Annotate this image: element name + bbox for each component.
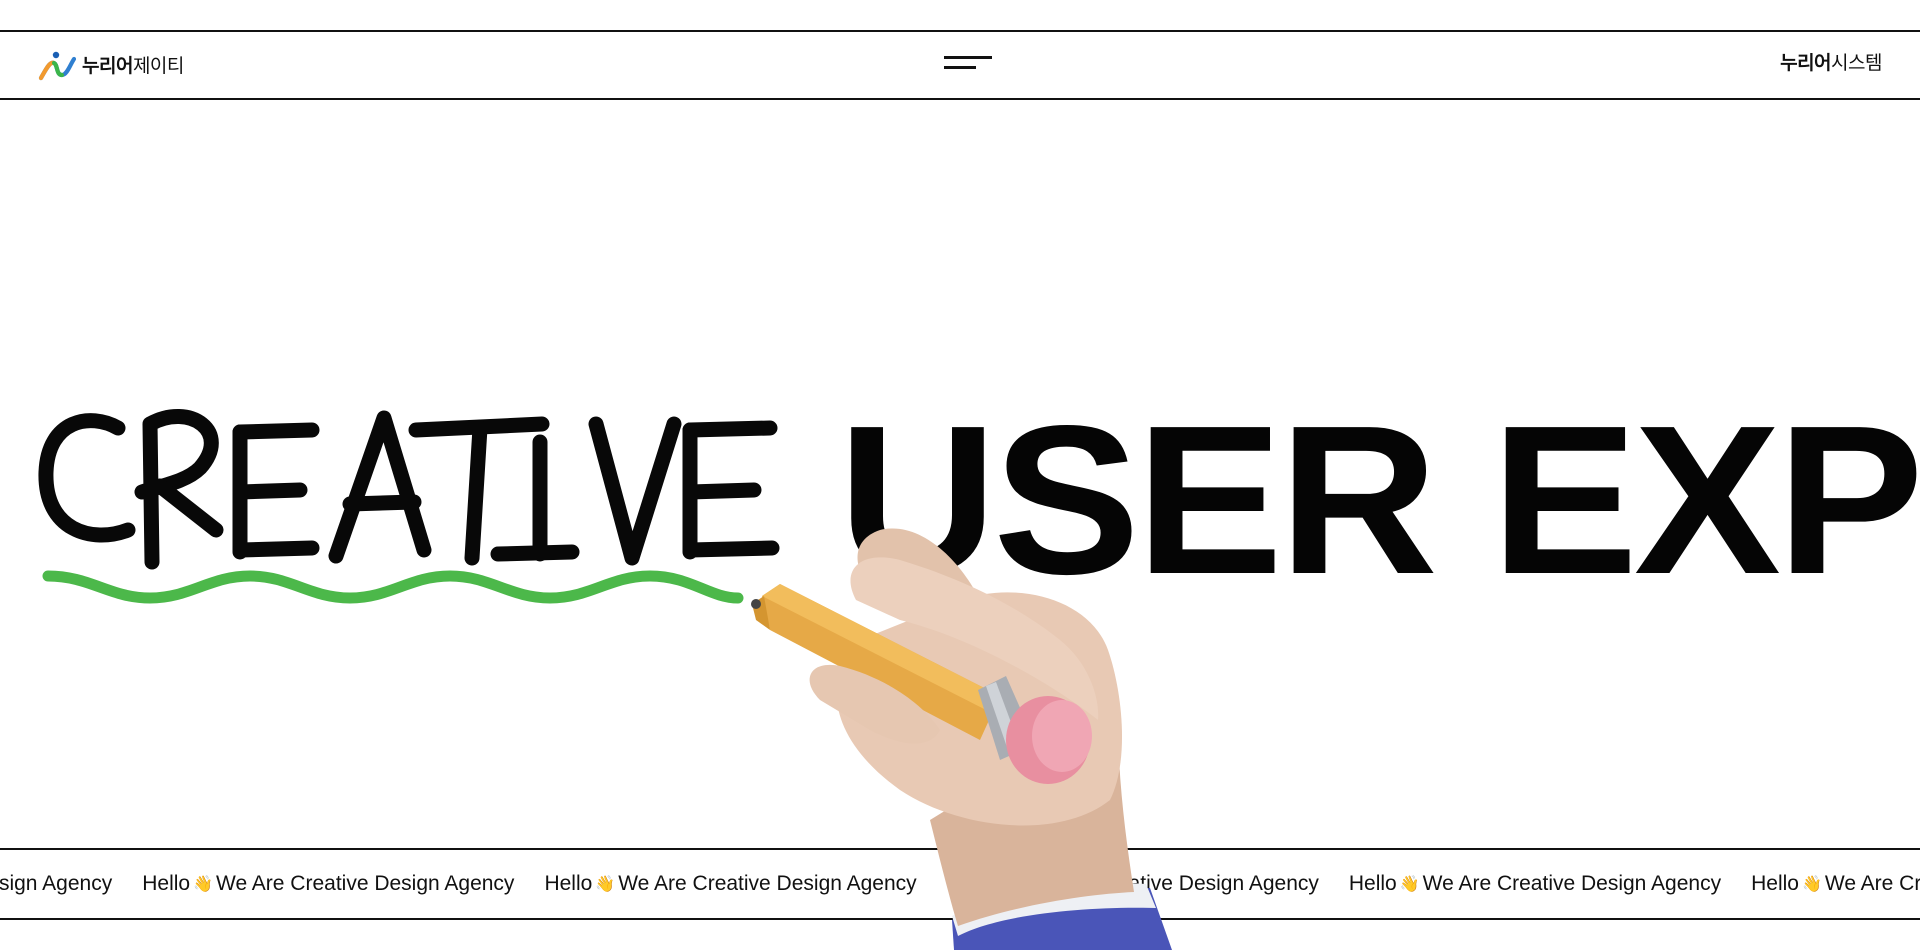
marquee-hello: Hello xyxy=(1348,872,1397,895)
hamburger-menu-icon[interactable] xyxy=(942,52,996,78)
logo-mark-icon xyxy=(38,51,76,81)
marquee-item: Hello👋We Are Creative Design Agency xyxy=(1349,872,1721,896)
waving-hand-icon: 👋 xyxy=(1399,876,1420,893)
company-link-strong: 누리어 xyxy=(1780,53,1832,74)
marquee-hello: Hello xyxy=(544,872,593,895)
green-underline-squiggle xyxy=(42,570,744,604)
page: 누리어제이티 누리어시스템 USER EXP sign Agency Hello… xyxy=(0,0,1920,950)
marquee-hello: Hello xyxy=(142,872,191,895)
waving-hand-icon: 👋 xyxy=(1801,876,1822,893)
logo-text-light: 제이티 xyxy=(132,55,184,77)
marquee-item: Hello👋We Are Creative Design Agency xyxy=(1751,872,1920,896)
marquee-item: Hello👋We Are Creative Design Agency xyxy=(947,872,1319,896)
logo-link[interactable]: 누리어제이티 xyxy=(38,50,184,82)
marquee-tagline: We Are Creative Design Agency xyxy=(1422,872,1722,895)
marquee-tagline: We Are Creative Design Agency xyxy=(1824,872,1920,895)
script-word-creative xyxy=(38,409,780,570)
menu-line-bottom xyxy=(944,66,976,69)
company-link-light: 시스템 xyxy=(1831,53,1882,74)
waving-hand-icon: 👋 xyxy=(997,876,1018,893)
logo-text: 누리어제이티 xyxy=(82,57,184,76)
marquee-banner: Hello👋We Are Creative Design Agency Hell… xyxy=(0,848,1920,920)
marquee-track: Hello👋We Are Creative Design Agency Hell… xyxy=(0,850,1920,918)
marquee-hello: Hello xyxy=(1751,872,1799,895)
marquee-item: Hello👋We Are Creative Design Agency xyxy=(0,872,112,896)
marquee-item: Hello👋We Are Creative Design Agency xyxy=(142,872,514,896)
marquee-item: Hello👋We Are Creative Design Agency xyxy=(544,872,916,896)
marquee-hello: Hello xyxy=(946,872,995,895)
site-header: 누리어제이티 누리어시스템 xyxy=(0,30,1920,100)
marquee-tagline: We Are Creative Design Agency xyxy=(618,872,917,895)
marquee-tagline: We Are Creative Design Agency xyxy=(0,872,113,895)
waving-hand-icon: 👋 xyxy=(595,876,616,893)
logo-text-strong: 누리어 xyxy=(82,55,133,77)
waving-hand-icon: 👋 xyxy=(193,876,213,893)
marquee-tagline: We Are Creative Design Agency xyxy=(1020,872,1319,895)
marquee-tagline: We Are Creative Design Agency xyxy=(216,872,515,895)
company-link[interactable]: 누리어시스템 xyxy=(1780,54,1882,73)
menu-line-top xyxy=(944,56,992,59)
hero-headline: USER EXPER xyxy=(838,381,1920,618)
hero-section: USER EXPER xyxy=(0,102,1920,848)
